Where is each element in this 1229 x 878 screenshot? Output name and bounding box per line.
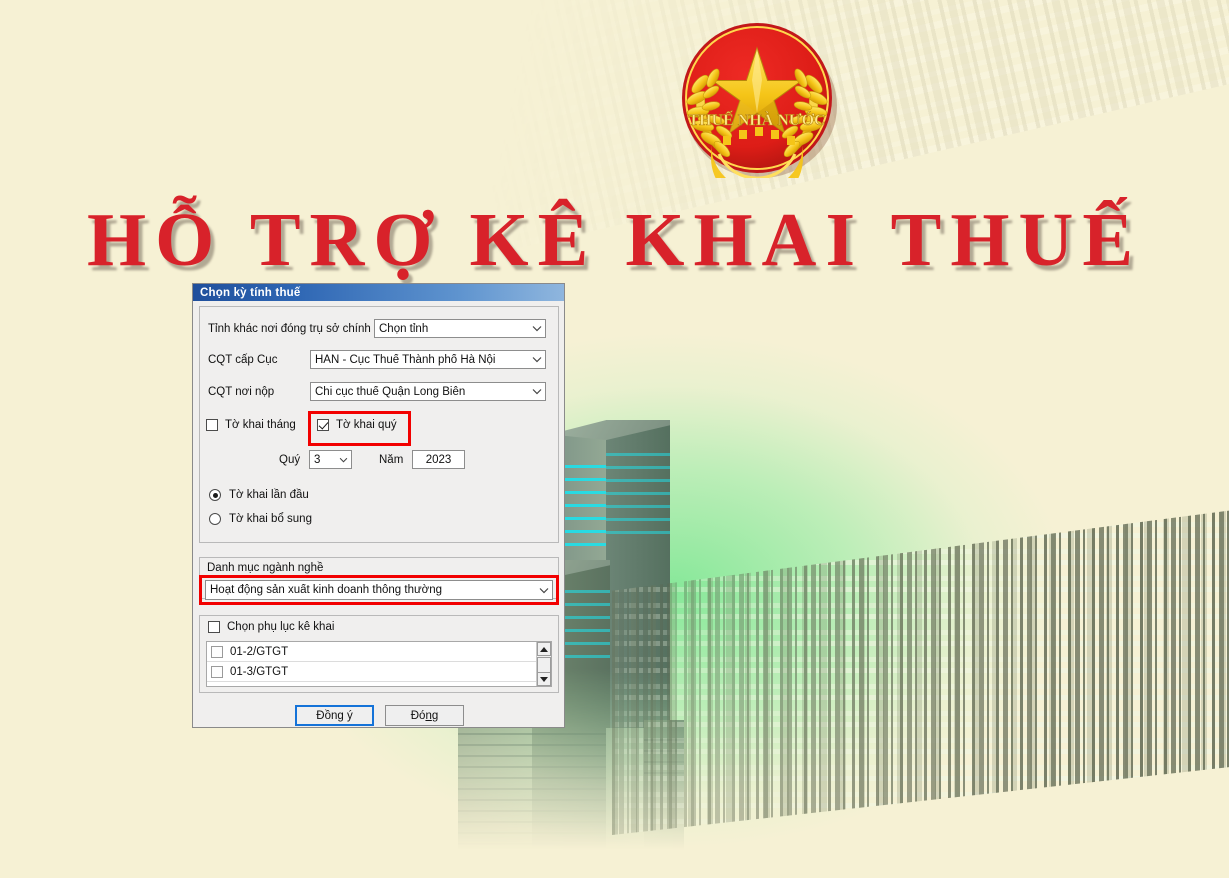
appendix-group-label: Chọn phụ lục kê khai xyxy=(227,621,335,633)
scroll-down-button[interactable] xyxy=(537,672,551,686)
list-item-label: 01-6/GTGT (CSSX) xyxy=(230,686,330,687)
cqt-noinop-select[interactable]: Chi cục thuế Quận Long Biên xyxy=(310,382,546,401)
list-item[interactable]: 01-3/GTGT xyxy=(207,662,551,682)
dialog-title-text: Chọn kỳ tính thuế xyxy=(200,286,301,299)
province-select[interactable]: Chọn tỉnh xyxy=(374,319,546,338)
first-declaration-radio[interactable]: Tờ khai lần đầu xyxy=(209,489,309,501)
chevron-down-icon xyxy=(536,582,552,599)
appendix-scrollbar[interactable] xyxy=(536,642,551,686)
year-label: Năm xyxy=(379,454,404,466)
tax-emblem-logo: THUẾ NHÀ NƯỚC xyxy=(673,18,843,204)
tax-period-dialog: Chọn kỳ tính thuế Tỉnh khác nơi đóng trụ… xyxy=(192,283,565,728)
quarter-label: Quý xyxy=(279,454,301,466)
industry-select[interactable]: Hoạt động sản xuất kinh doanh thông thườ… xyxy=(205,580,553,600)
province-label: Tỉnh khác nơi đóng trụ sở chính xyxy=(208,323,371,335)
close-label-pre: Đó xyxy=(410,709,426,722)
appendix-list[interactable]: 01-2/GTGT 01-3/GTGT 01-6/GTGT (CSSX) xyxy=(206,641,552,687)
province-value: Chọn tỉnh xyxy=(379,322,429,335)
radio-icon xyxy=(209,513,221,525)
radio-selected-icon xyxy=(209,489,221,501)
dialog-titlebar[interactable]: Chọn kỳ tính thuế xyxy=(193,284,564,301)
checkbox-icon[interactable] xyxy=(211,665,223,678)
chevron-down-icon xyxy=(529,351,545,368)
checkbox-icon[interactable] xyxy=(211,645,223,658)
cqt-cuc-select[interactable]: HAN - Cục Thuế Thành phố Hà Nội xyxy=(310,350,546,369)
cqt-cuc-value: HAN - Cục Thuế Thành phố Hà Nội xyxy=(315,353,496,366)
cqt-noinop-label: CQT nơi nộp xyxy=(208,386,275,398)
chevron-down-icon xyxy=(529,320,545,337)
page-title: HỖ TRỢ KÊ KHAI THUẾ xyxy=(86,198,1143,282)
ok-label-pre: Đồn xyxy=(316,709,338,722)
scroll-up-button[interactable] xyxy=(537,642,551,656)
background-art xyxy=(0,0,1229,878)
chevron-down-icon xyxy=(529,383,545,400)
ok-button[interactable]: Đồng ý xyxy=(295,705,374,726)
supplement-declaration-label: Tờ khai bổ sung xyxy=(229,513,312,525)
checkbox-icon xyxy=(206,419,218,431)
appendix-group-checkbox[interactable]: Chọn phụ lục kê khai xyxy=(208,621,334,633)
cqt-noinop-value: Chi cục thuế Quận Long Biên xyxy=(315,385,466,398)
list-item-label: 01-2/GTGT xyxy=(230,645,289,658)
first-declaration-label: Tờ khai lần đầu xyxy=(229,489,309,501)
close-label-post: g xyxy=(431,709,439,722)
quarterly-declaration-label: Tờ khai quý xyxy=(336,419,397,431)
industry-label: Danh mục ngành nghề xyxy=(204,562,327,574)
cqt-cuc-label: CQT cấp Cục xyxy=(208,354,278,366)
checkbox-icon[interactable] xyxy=(211,685,223,686)
supplement-declaration-radio[interactable]: Tờ khai bổ sung xyxy=(209,513,312,525)
list-item[interactable]: 01-2/GTGT xyxy=(207,642,551,662)
close-button[interactable]: Đóng xyxy=(385,705,464,726)
dialog-body: Tỉnh khác nơi đóng trụ sở chính Chọn tỉn… xyxy=(193,301,564,729)
quarter-select[interactable]: 3 xyxy=(309,450,352,469)
checkbox-icon xyxy=(208,621,220,633)
monthly-declaration-checkbox[interactable]: Tờ khai tháng xyxy=(206,419,296,431)
quarter-value: 3 xyxy=(314,453,321,466)
chevron-down-icon xyxy=(335,451,351,468)
year-value: 2023 xyxy=(425,453,452,466)
ok-label-post: ý xyxy=(343,709,353,722)
list-item[interactable]: 01-6/GTGT (CSSX) xyxy=(207,682,551,687)
monthly-declaration-label: Tờ khai tháng xyxy=(225,419,296,431)
emblem-text: THUẾ NHÀ NƯỚC xyxy=(688,110,825,129)
quarterly-declaration-checkbox[interactable]: Tờ khai quý xyxy=(317,419,397,431)
list-item-label: 01-3/GTGT xyxy=(230,665,289,678)
checkbox-checked-icon xyxy=(317,419,329,431)
year-input[interactable]: 2023 xyxy=(412,450,465,469)
industry-value: Hoạt động sản xuất kinh doanh thông thườ… xyxy=(210,584,442,596)
